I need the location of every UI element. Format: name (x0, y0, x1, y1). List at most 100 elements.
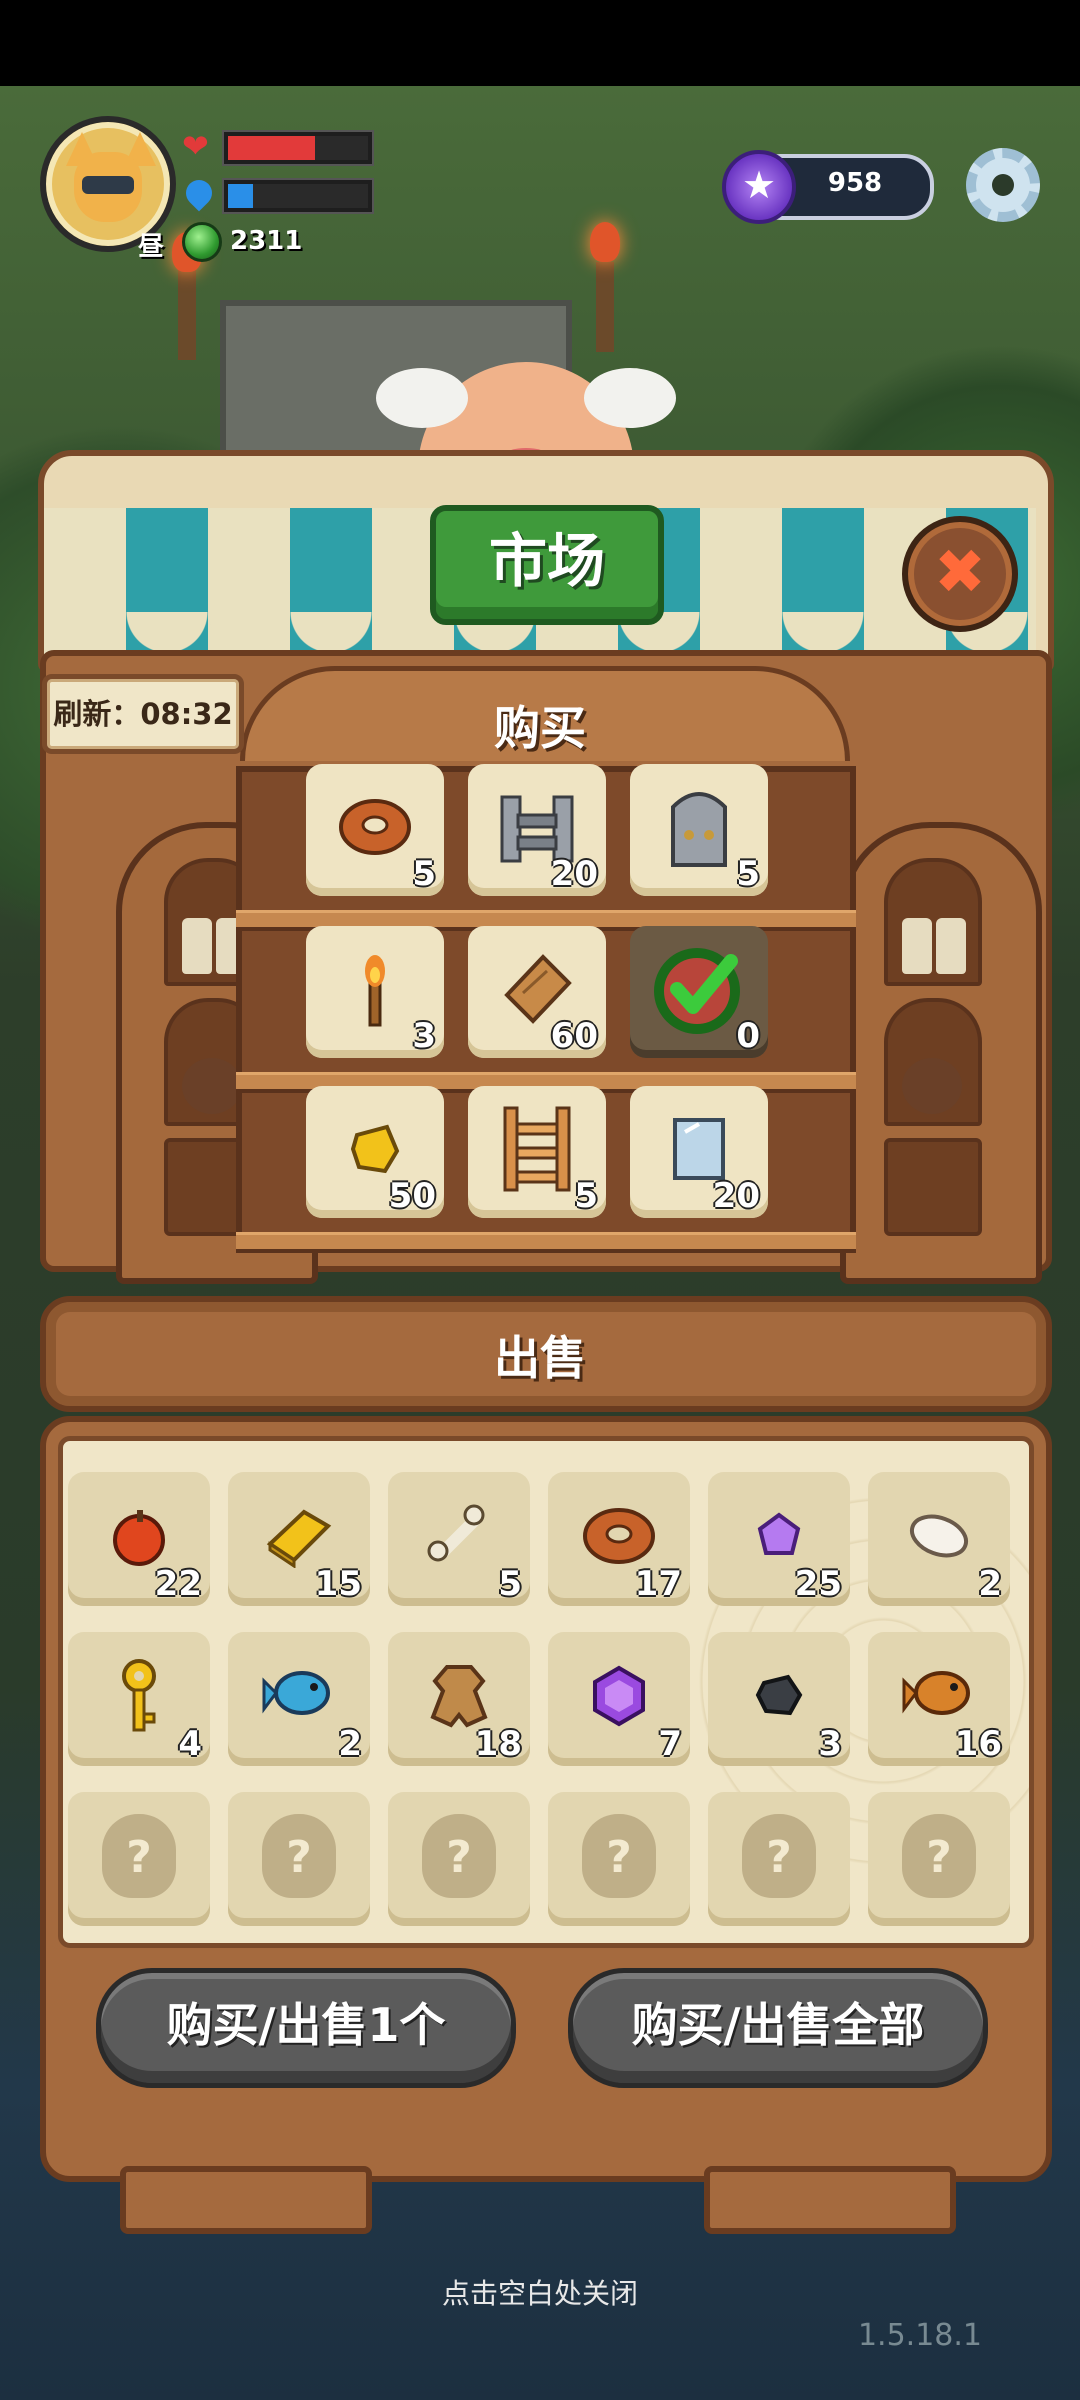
purple-star-icon: ★ (722, 150, 796, 224)
inventory-slot[interactable]: 16 (868, 1632, 1010, 1766)
item-quantity: 16 (954, 1724, 1002, 1764)
locked-slot-icon: ? (902, 1814, 976, 1898)
item-quantity: 17 (634, 1564, 682, 1604)
inventory-slot[interactable]: 2 (868, 1472, 1010, 1606)
heart-icon: ❤ (182, 127, 209, 165)
tap-to-close-hint: 点击空白处关闭 (441, 2277, 638, 2310)
shelf-board (236, 1232, 856, 1253)
health-bar (224, 132, 372, 164)
item-quantity: 0 (736, 1016, 760, 1056)
empty-slot[interactable]: ? (708, 1792, 850, 1926)
cabinet-foot-right (704, 2166, 956, 2234)
glass-pane-icon (673, 1118, 725, 1181)
buy-slot[interactable]: 20 (468, 764, 606, 896)
empty-slot[interactable]: ? (868, 1792, 1010, 1926)
empty-slot[interactable]: ? (68, 1792, 210, 1926)
day-night-label: 昼 (138, 232, 165, 262)
version-label: 1.5.18.1 (857, 2318, 983, 2353)
purchased-check-icon (654, 948, 740, 1035)
inventory-slot[interactable]: 4 (68, 1632, 210, 1766)
currency-count: 2311 (230, 226, 303, 256)
locked-slot-icon: ? (262, 1814, 336, 1898)
right-side-cabinet (840, 822, 1042, 1284)
locked-slot-icon: ? (582, 1814, 656, 1898)
item-quantity: 5 (498, 1564, 522, 1604)
feather-icon (909, 1514, 969, 1558)
buy-slot[interactable]: 3 (306, 926, 444, 1058)
item-quantity: 18 (474, 1724, 522, 1764)
buy-slot[interactable]: 60 (468, 926, 606, 1058)
item-quantity: 60 (550, 1016, 598, 1056)
item-quantity: 7 (658, 1724, 682, 1764)
item-quantity: 2 (338, 1724, 362, 1764)
buy-section-title: 购买 (494, 701, 586, 755)
empty-slot[interactable]: ? (388, 1792, 530, 1926)
gold-ingot-icon (266, 1509, 332, 1569)
item-quantity: 3 (818, 1724, 842, 1764)
leather-hide-icon (430, 1665, 488, 1728)
donut-icon (339, 799, 411, 856)
close-button[interactable]: ✖ (902, 516, 1018, 632)
inventory-slot[interactable]: 17 (548, 1472, 690, 1606)
torch-post-left (178, 270, 196, 360)
buy-slot[interactable]: 5 (306, 764, 444, 896)
coal-icon (755, 1675, 803, 1716)
item-quantity: 5 (736, 854, 760, 894)
empty-slot[interactable]: ? (228, 1792, 370, 1926)
mana-bar-fill (228, 184, 254, 208)
torch-flame-right (590, 222, 620, 262)
inventory-slot[interactable]: 18 (388, 1632, 530, 1766)
buy-slot[interactable]: 20 (630, 1086, 768, 1218)
amethyst-gem-icon (593, 1665, 645, 1727)
item-quantity: 22 (154, 1564, 202, 1604)
item-quantity: 20 (550, 854, 598, 894)
buy-slot-purchased[interactable]: 0 (630, 926, 768, 1058)
empty-slot[interactable]: ? (548, 1792, 690, 1926)
orange-fish-icon (902, 1671, 970, 1716)
torch-post-right (596, 262, 614, 352)
item-quantity: 4 (178, 1724, 202, 1764)
inventory-slot[interactable]: 22 (68, 1472, 210, 1606)
inventory-slot[interactable]: 3 (708, 1632, 850, 1766)
ladder-icon (503, 1106, 571, 1192)
item-quantity: 15 (314, 1564, 362, 1604)
inventory-slot[interactable]: 7 (548, 1632, 690, 1766)
item-quantity: 20 (712, 1176, 760, 1216)
health-bar-fill (228, 136, 315, 160)
gold-nugget-icon (350, 1124, 400, 1174)
refresh-timer: 刷新：08:32 (42, 674, 244, 754)
buy-slot[interactable]: 5 (630, 764, 768, 896)
item-quantity: 25 (794, 1564, 842, 1604)
donut-icon (583, 1508, 655, 1565)
item-quantity: 2 (978, 1564, 1002, 1604)
locked-slot-icon: ? (102, 1814, 176, 1898)
stone-door-icon (671, 792, 727, 868)
inventory-slot[interactable]: 15 (228, 1472, 370, 1606)
apple-icon (113, 1510, 165, 1567)
buy-slot[interactable]: 50 (306, 1086, 444, 1218)
inventory-slot[interactable]: 2 (228, 1632, 370, 1766)
purple-crystal-icon (757, 1512, 801, 1556)
locked-slot-icon: ? (742, 1814, 816, 1898)
green-gem-icon (182, 222, 222, 262)
mana-bar (224, 180, 372, 212)
buy-sell-all-button[interactable]: 购买/出售全部 (568, 1968, 988, 2088)
buy-sell-one-button[interactable]: 购买/出售1个 (96, 1968, 516, 2088)
golden-key-icon (122, 1659, 156, 1732)
locked-slot-icon: ? (422, 1814, 496, 1898)
inventory-slot[interactable]: 5 (388, 1472, 530, 1606)
torch-icon (365, 955, 385, 1027)
item-quantity: 50 (388, 1176, 436, 1216)
market-title: 市场 (488, 527, 605, 595)
cabinet-foot-left (120, 2166, 372, 2234)
item-quantity: 5 (412, 854, 436, 894)
blue-fish-icon (262, 1671, 330, 1716)
buy-slot[interactable]: 5 (468, 1086, 606, 1218)
settings-gear-icon[interactable] (966, 148, 1040, 222)
inventory-slot[interactable]: 25 (708, 1472, 850, 1606)
item-quantity: 3 (412, 1016, 436, 1056)
star-currency-count: 958 (827, 168, 883, 198)
sell-section-title: 出售 (494, 1331, 586, 1385)
status-bar (0, 0, 1080, 86)
item-quantity: 5 (574, 1176, 598, 1216)
